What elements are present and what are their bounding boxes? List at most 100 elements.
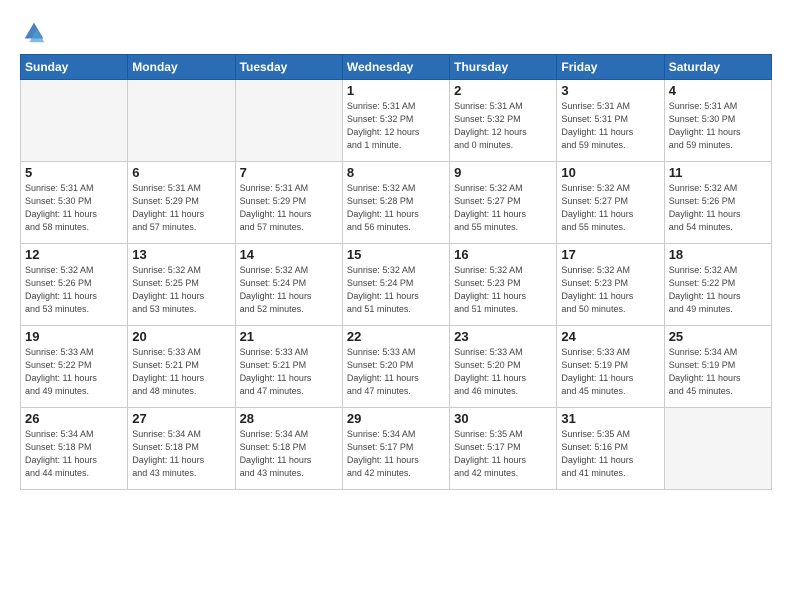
calendar-cell: 22 Sunrise: 5:33 AM Sunset: 5:20 PM Dayli… [342,326,449,408]
day-number: 18 [669,247,767,262]
calendar-cell: 19 Sunrise: 5:33 AM Sunset: 5:22 PM Dayli… [21,326,128,408]
calendar-cell: 21 Sunrise: 5:33 AM Sunset: 5:21 PM Dayli… [235,326,342,408]
day-info: Sunrise: 5:32 AM Sunset: 5:23 PM Dayligh… [454,264,552,316]
day-info: Sunrise: 5:32 AM Sunset: 5:24 PM Dayligh… [347,264,445,316]
calendar-cell: 25 Sunrise: 5:34 AM Sunset: 5:19 PM Dayli… [664,326,771,408]
day-number: 15 [347,247,445,262]
day-info: Sunrise: 5:31 AM Sunset: 5:30 PM Dayligh… [25,182,123,234]
day-info: Sunrise: 5:33 AM Sunset: 5:20 PM Dayligh… [347,346,445,398]
calendar-cell: 1 Sunrise: 5:31 AM Sunset: 5:32 PM Daylig… [342,80,449,162]
day-info: Sunrise: 5:32 AM Sunset: 5:26 PM Dayligh… [25,264,123,316]
day-info: Sunrise: 5:34 AM Sunset: 5:18 PM Dayligh… [132,428,230,480]
calendar-cell: 28 Sunrise: 5:34 AM Sunset: 5:18 PM Dayli… [235,408,342,490]
week-row-2: 5Sunrise: 5:31 AM Sunset: 5:30 PM Daylig… [21,162,772,244]
week-row-3: 12 Sunrise: 5:32 AM Sunset: 5:26 PM Dayli… [21,244,772,326]
calendar-cell: 14 Sunrise: 5:32 AM Sunset: 5:24 PM Dayli… [235,244,342,326]
day-info: Sunrise: 5:33 AM Sunset: 5:22 PM Dayligh… [25,346,123,398]
day-info: Sunrise: 5:33 AM Sunset: 5:21 PM Dayligh… [240,346,338,398]
calendar-cell: 26Sunrise: 5:34 AM Sunset: 5:18 PM Dayli… [21,408,128,490]
calendar-cell: 30 Sunrise: 5:35 AM Sunset: 5:17 PM Dayli… [450,408,557,490]
day-number: 8 [347,165,445,180]
calendar-cell: 12 Sunrise: 5:32 AM Sunset: 5:26 PM Dayli… [21,244,128,326]
week-row-5: 26 Sunrise: 5:34 AM Sunset: 5:18 PM Dayli… [21,408,772,490]
calendar-cell: 9 Sunrise: 5:32 AM Sunset: 5:27 PM Daylig… [450,162,557,244]
day-info: Sunrise: 5:33 AM Sunset: 5:21 PM Dayligh… [132,346,230,398]
day-info: Sunrise: 5:34 AM Sunset: 5:18 PM Dayligh… [240,428,338,480]
weekday-header-row: SundayMondayTuesdayWednesdayThursdayFrid… [21,55,772,80]
day-number: 23 [454,329,552,344]
page: SundayMondayTuesdayWednesdayThursdayFrid… [0,0,792,612]
day-info: Sunrise: 5:32 AM Sunset: 5:24 PM Dayligh… [240,264,338,316]
calendar-cell: 23Sunrise: 5:33 AM Sunset: 5:20 PM Dayli… [450,326,557,408]
day-number: 4 [669,83,767,98]
calendar-table: SundayMondayTuesdayWednesdayThursdayFrid… [20,54,772,490]
day-info: Sunrise: 5:32 AM Sunset: 5:28 PM Dayligh… [347,182,445,234]
day-number: 28 [240,411,338,426]
calendar-cell: 8 Sunrise: 5:32 AM Sunset: 5:28 PM Daylig… [342,162,449,244]
day-number: 30 [454,411,552,426]
calendar-cell: 3Sunrise: 5:31 AM Sunset: 5:31 PM Daylig… [557,80,664,162]
day-number: 11 [669,165,767,180]
calendar-cell: 15 Sunrise: 5:32 AM Sunset: 5:24 PM Dayli… [342,244,449,326]
weekday-saturday: Saturday [664,55,771,80]
calendar-cell: 24 Sunrise: 5:33 AM Sunset: 5:19 PM Dayli… [557,326,664,408]
day-number: 1 [347,83,445,98]
calendar-cell: 6Sunrise: 5:31 AM Sunset: 5:29 PM Daylig… [128,162,235,244]
calendar-cell [128,80,235,162]
day-info: Sunrise: 5:34 AM Sunset: 5:17 PM Dayligh… [347,428,445,480]
logo-icon [20,18,48,46]
day-info: Sunrise: 5:32 AM Sunset: 5:27 PM Dayligh… [561,182,659,234]
weekday-thursday: Thursday [450,55,557,80]
day-number: 7 [240,165,338,180]
calendar-cell: 17Sunrise: 5:32 AM Sunset: 5:23 PM Dayli… [557,244,664,326]
day-info: Sunrise: 5:31 AM Sunset: 5:30 PM Dayligh… [669,100,767,152]
day-number: 19 [25,329,123,344]
calendar-cell [21,80,128,162]
weekday-monday: Monday [128,55,235,80]
day-info: Sunrise: 5:31 AM Sunset: 5:29 PM Dayligh… [240,182,338,234]
calendar-cell: 4 Sunrise: 5:31 AM Sunset: 5:30 PM Daylig… [664,80,771,162]
day-number: 9 [454,165,552,180]
calendar-cell: 18 Sunrise: 5:32 AM Sunset: 5:22 PM Dayli… [664,244,771,326]
day-number: 21 [240,329,338,344]
day-info: Sunrise: 5:32 AM Sunset: 5:22 PM Dayligh… [669,264,767,316]
day-number: 26 [25,411,123,426]
day-number: 12 [25,247,123,262]
calendar-cell: 10 Sunrise: 5:32 AM Sunset: 5:27 PM Dayli… [557,162,664,244]
logo [20,18,52,46]
day-info: Sunrise: 5:31 AM Sunset: 5:32 PM Dayligh… [454,100,552,152]
day-number: 16 [454,247,552,262]
day-number: 10 [561,165,659,180]
weekday-tuesday: Tuesday [235,55,342,80]
day-info: Sunrise: 5:34 AM Sunset: 5:19 PM Dayligh… [669,346,767,398]
day-number: 27 [132,411,230,426]
calendar-cell: 5Sunrise: 5:31 AM Sunset: 5:30 PM Daylig… [21,162,128,244]
weekday-sunday: Sunday [21,55,128,80]
day-number: 29 [347,411,445,426]
day-number: 2 [454,83,552,98]
day-info: Sunrise: 5:32 AM Sunset: 5:25 PM Dayligh… [132,264,230,316]
weekday-wednesday: Wednesday [342,55,449,80]
calendar-cell [235,80,342,162]
day-info: Sunrise: 5:32 AM Sunset: 5:26 PM Dayligh… [669,182,767,234]
calendar-cell: 20 Sunrise: 5:33 AM Sunset: 5:21 PM Dayli… [128,326,235,408]
day-number: 3 [561,83,659,98]
day-number: 20 [132,329,230,344]
header [20,18,772,46]
weekday-friday: Friday [557,55,664,80]
calendar-cell: 29 Sunrise: 5:34 AM Sunset: 5:17 PM Dayli… [342,408,449,490]
calendar-cell: 16 Sunrise: 5:32 AM Sunset: 5:23 PM Dayli… [450,244,557,326]
day-number: 25 [669,329,767,344]
day-number: 22 [347,329,445,344]
calendar-cell [664,408,771,490]
day-info: Sunrise: 5:32 AM Sunset: 5:27 PM Dayligh… [454,182,552,234]
day-number: 31 [561,411,659,426]
day-info: Sunrise: 5:35 AM Sunset: 5:17 PM Dayligh… [454,428,552,480]
day-number: 17 [561,247,659,262]
day-number: 24 [561,329,659,344]
day-number: 14 [240,247,338,262]
day-number: 6 [132,165,230,180]
calendar-cell: 31Sunrise: 5:35 AM Sunset: 5:16 PM Dayli… [557,408,664,490]
day-info: Sunrise: 5:33 AM Sunset: 5:19 PM Dayligh… [561,346,659,398]
day-info: Sunrise: 5:31 AM Sunset: 5:32 PM Dayligh… [347,100,445,152]
